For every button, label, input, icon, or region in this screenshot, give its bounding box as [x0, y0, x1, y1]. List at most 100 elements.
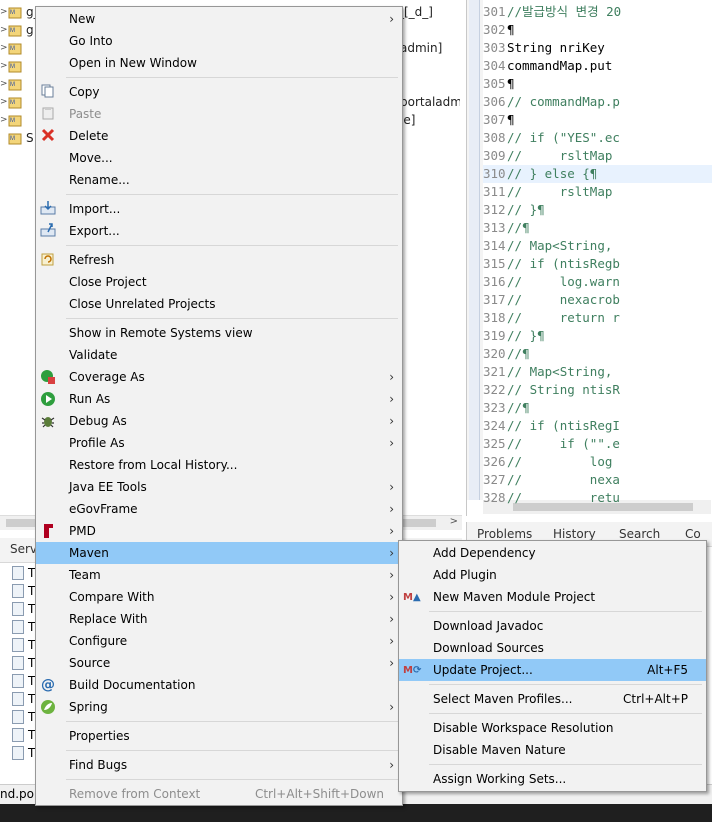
code-line[interactable]: 313//¶ [483, 219, 712, 237]
code-line[interactable]: 307¶ [483, 111, 712, 129]
code-line[interactable]: 316// log.warn [483, 273, 712, 291]
comment-prefix: // [507, 328, 523, 343]
code-line[interactable]: 309// rsltMap [483, 147, 712, 165]
code-text: //발급방식 변경 20 [507, 4, 622, 19]
menu-item-debug-as[interactable]: Debug As › [36, 410, 402, 432]
code-line[interactable]: 328// retu [483, 489, 712, 507]
menu-item-move[interactable]: Move... [36, 147, 402, 169]
menu-item-spring[interactable]: Spring › [36, 696, 402, 718]
submenu-item-assign-working-sets[interactable]: Assign Working Sets... [399, 768, 706, 790]
expand-arrow-icon[interactable]: > [0, 75, 8, 93]
code-line[interactable]: 314// Map<String, [483, 237, 712, 255]
code-line[interactable]: 302¶ [483, 21, 712, 39]
menu-item-run-as[interactable]: Run As › [36, 388, 402, 410]
code-line[interactable]: 306// commandMap.p [483, 93, 712, 111]
menu-item-import[interactable]: Import... [36, 198, 402, 220]
code-line[interactable]: 308// if ("YES".ec [483, 129, 712, 147]
submenu-item-disable-workspace-resolution[interactable]: Disable Workspace Resolution [399, 717, 706, 739]
code-line[interactable]: 325// if ("".e [483, 435, 712, 453]
code-line[interactable]: 315// if (ntisRegb [483, 255, 712, 273]
submenu-item-download-javadoc[interactable]: Download Javadoc [399, 615, 706, 637]
menu-item-java-ee-tools[interactable]: Java EE Tools › [36, 476, 402, 498]
code-line[interactable]: 303String nriKey [483, 39, 712, 57]
maven-update-icon: M⟳ [403, 665, 422, 676]
menu-item-source[interactable]: Source › [36, 652, 402, 674]
line-number: 320 [483, 346, 506, 361]
menu-item-open-in-new-window[interactable]: Open in New Window [36, 52, 402, 74]
submenu-item-update-project[interactable]: M⟳ Update Project... Alt+F5 [399, 659, 706, 681]
line-number: 325 [483, 436, 506, 451]
menu-item-properties[interactable]: Properties [36, 725, 402, 747]
expand-arrow-icon[interactable]: > [0, 93, 8, 111]
code-editor[interactable]: 301//발급방식 변경 20 302¶ 303String nriKey 304co… [466, 0, 712, 516]
menu-item-pmd[interactable]: PMD › [36, 520, 402, 542]
code-line[interactable]: 320//¶ [483, 345, 712, 363]
delete-icon [40, 128, 56, 144]
code-line[interactable]: 311// rsltMap [483, 183, 712, 201]
menu-item-go-into[interactable]: Go Into [36, 30, 402, 52]
code-line[interactable]: 310// } else {¶ [483, 165, 712, 183]
menu-item-build-documentation[interactable]: @ Build Documentation [36, 674, 402, 696]
expand-arrow-icon[interactable]: > [0, 39, 8, 57]
menu-item-egovframe[interactable]: eGovFrame › [36, 498, 402, 520]
menu-item-copy[interactable]: Copy [36, 81, 402, 103]
menu-item-refresh[interactable]: Refresh [36, 249, 402, 271]
menu-item-team[interactable]: Team › [36, 564, 402, 586]
project-icon: M [8, 131, 22, 145]
project-icon: M [8, 41, 22, 55]
menu-item-rename[interactable]: Rename... [36, 169, 402, 191]
menu-item-close-project[interactable]: Close Project [36, 271, 402, 293]
chevron-right-icon: › [389, 700, 394, 714]
menu-item-maven[interactable]: Maven › [36, 542, 402, 564]
menu-item-compare-with[interactable]: Compare With › [36, 586, 402, 608]
submenu-item-new-maven-module-project[interactable]: M▲ New Maven Module Project [399, 586, 706, 608]
code-text: nexa [522, 472, 620, 487]
expand-arrow-icon[interactable]: > [0, 111, 8, 129]
submenu-item-disable-maven-nature[interactable]: Disable Maven Nature [399, 739, 706, 761]
menu-item-remove-from-context[interactable]: Remove from Context Ctrl+Alt+Shift+Down [36, 783, 402, 805]
menu-item-paste[interactable]: Paste [36, 103, 402, 125]
submenu-item-add-dependency[interactable]: Add Dependency [399, 542, 706, 564]
code-line[interactable]: 322// String ntisR [483, 381, 712, 399]
code-line[interactable]: 319// }¶ [483, 327, 712, 345]
menu-item-label: Remove from Context [69, 787, 201, 801]
tab-co[interactable]: Co [685, 527, 701, 541]
code-line[interactable]: 323//¶ [483, 399, 712, 417]
tab-history[interactable]: History [553, 527, 596, 541]
code-line[interactable]: 301//발급방식 변경 20 [483, 3, 712, 21]
menu-item-find-bugs[interactable]: Find Bugs › [36, 754, 402, 776]
menu-item-close-unrelated-projects[interactable]: Close Unrelated Projects [36, 293, 402, 315]
submenu-item-add-plugin[interactable]: Add Plugin [399, 564, 706, 586]
menu-item-validate[interactable]: Validate [36, 344, 402, 366]
menu-item-restore-from-local-history[interactable]: Restore from Local History... [36, 454, 402, 476]
code-line[interactable]: 304commandMap.put [483, 57, 712, 75]
scroll-right-arrow-icon[interactable]: > [450, 516, 458, 527]
code-line[interactable]: 317// nexacrob [483, 291, 712, 309]
expand-arrow-icon[interactable]: > [0, 3, 8, 21]
menu-item-profile-as[interactable]: Profile As › [36, 432, 402, 454]
code-line[interactable]: 326// log [483, 453, 712, 471]
code-line[interactable]: 321// Map<String, [483, 363, 712, 381]
server-icon [12, 566, 24, 580]
code-line[interactable]: 318// return r [483, 309, 712, 327]
code-line[interactable]: 327// nexa [483, 471, 712, 489]
menu-item-show-in-remote-systems-view[interactable]: Show in Remote Systems view [36, 322, 402, 344]
submenu-item-download-sources[interactable]: Download Sources [399, 637, 706, 659]
menu-separator [66, 194, 398, 195]
menu-item-configure[interactable]: Configure › [36, 630, 402, 652]
menu-item-coverage-as[interactable]: Coverage As › [36, 366, 402, 388]
code-line[interactable]: 324// if (ntisRegI [483, 417, 712, 435]
menu-item-new[interactable]: New › [36, 8, 402, 30]
code-line[interactable]: 305¶ [483, 75, 712, 93]
expand-arrow-icon[interactable]: > [0, 57, 8, 75]
menu-item-replace-with[interactable]: Replace With › [36, 608, 402, 630]
menu-item-delete[interactable]: Delete [36, 125, 402, 147]
expand-arrow-icon[interactable]: > [0, 21, 8, 39]
menu-item-export[interactable]: Export... [36, 220, 402, 242]
at-icon: @ [41, 677, 55, 693]
code-line[interactable]: 312// }¶ [483, 201, 712, 219]
submenu-item-select-maven-profiles[interactable]: Select Maven Profiles... Ctrl+Alt+P [399, 688, 706, 710]
tab-search[interactable]: Search [619, 527, 660, 541]
tab-problems[interactable]: Problems [477, 527, 532, 541]
debug-icon [40, 413, 56, 429]
